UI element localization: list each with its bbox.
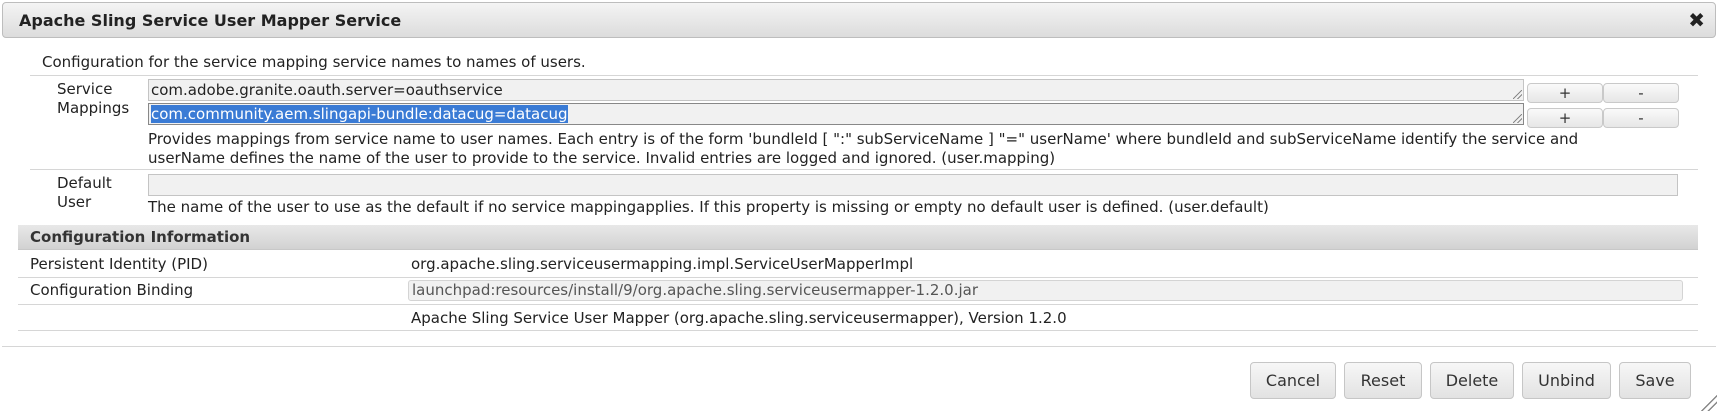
cancel-button[interactable]: Cancel — [1250, 362, 1336, 399]
divider — [18, 277, 1698, 278]
divider — [18, 304, 1698, 305]
service-mappings-help-line1: Provides mappings from service name to u… — [148, 130, 1579, 148]
binding-label: Configuration Binding — [30, 281, 194, 299]
close-icon[interactable]: ✖ — [1688, 7, 1705, 33]
service-mappings-help-line2: userName defines the name of the user to… — [148, 149, 1056, 167]
default-user-field[interactable] — [148, 174, 1678, 196]
service-mappings-label-line2: Mappings — [57, 99, 130, 117]
resize-grip-icon[interactable] — [1701, 395, 1717, 411]
service-mapping-value-2: com.community.aem.slingapi-bundle:datacu… — [151, 105, 568, 123]
remove-mapping-button-2[interactable]: - — [1603, 108, 1679, 128]
divider — [30, 75, 1698, 76]
config-info-heading: Configuration Information — [18, 225, 1698, 250]
dialog-titlebar[interactable]: Apache Sling Service User Mapper Service… — [2, 2, 1716, 38]
default-user-help: The name of the user to use as the defau… — [148, 198, 1269, 216]
pid-label: Persistent Identity (PID) — [30, 255, 208, 273]
binding-value[interactable]: launchpad:resources/install/9/org.apache… — [408, 280, 1683, 301]
service-mapping-field-1[interactable]: com.adobe.granite.oauth.server=oauthserv… — [148, 79, 1524, 101]
pid-value: org.apache.sling.serviceusermapping.impl… — [411, 255, 914, 273]
divider — [18, 330, 1698, 331]
default-user-label-line2: User — [57, 193, 92, 211]
dialog-description: Configuration for the service mapping se… — [42, 53, 586, 71]
config-dialog: Apache Sling Service User Mapper Service… — [0, 0, 1719, 413]
reset-button[interactable]: Reset — [1344, 362, 1422, 399]
add-mapping-button-2[interactable]: + — [1527, 108, 1603, 128]
add-mapping-button-1[interactable]: + — [1527, 83, 1603, 103]
service-mappings-label-line1: Service — [57, 80, 113, 98]
default-user-label-line1: Default — [57, 174, 112, 192]
delete-button[interactable]: Delete — [1430, 362, 1514, 399]
remove-mapping-button-1[interactable]: - — [1603, 83, 1679, 103]
service-mapping-value-1: com.adobe.granite.oauth.server=oauthserv… — [151, 81, 503, 99]
footer-divider — [2, 346, 1716, 347]
textarea-resize-icon[interactable] — [1513, 114, 1522, 123]
save-button[interactable]: Save — [1619, 362, 1691, 399]
textarea-resize-icon[interactable] — [1513, 90, 1522, 99]
service-mapping-field-2[interactable]: com.community.aem.slingapi-bundle:datacu… — [148, 103, 1524, 125]
unbind-button[interactable]: Unbind — [1522, 362, 1611, 399]
bundle-value: Apache Sling Service User Mapper (org.ap… — [411, 309, 1067, 327]
divider — [30, 169, 1698, 170]
dialog-title: Apache Sling Service User Mapper Service — [19, 11, 402, 30]
